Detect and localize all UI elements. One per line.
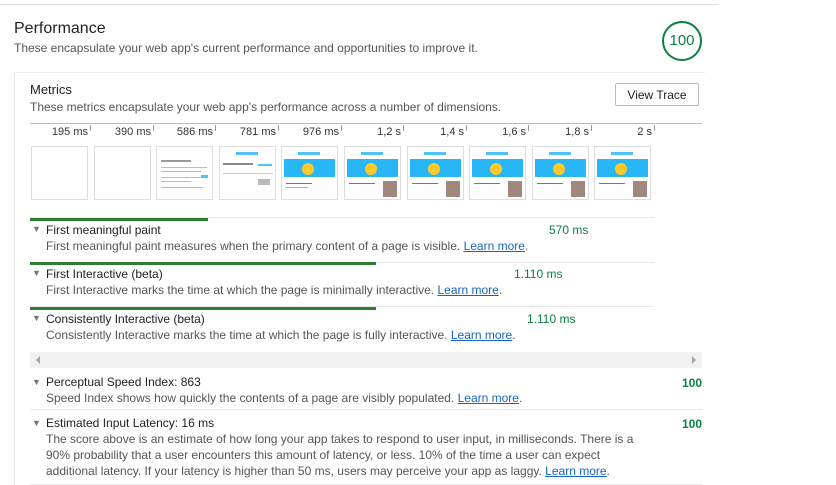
learn-more-link[interactable]: Learn more xyxy=(545,464,606,478)
timeline-tick: 586 ms xyxy=(155,125,216,138)
metric-score: 100 xyxy=(681,376,702,390)
timeline-tick: 976 ms xyxy=(281,125,342,138)
filmstrip-frame-rendered xyxy=(532,146,589,200)
metric-progress-bar xyxy=(30,218,208,221)
filmstrip-frame-blank xyxy=(94,146,151,200)
metric-value: 570 ms xyxy=(549,223,589,237)
metric-consistently-interactive[interactable]: ▼ Consistently Interactive (beta) 1.110 … xyxy=(30,307,654,351)
learn-more-link[interactable]: Learn more xyxy=(437,283,498,297)
timeline-ticks: 195 ms 390 ms 586 ms 781 ms 976 ms 1,2 s… xyxy=(30,123,702,142)
timeline-tick: 195 ms xyxy=(30,125,91,138)
learn-more-link[interactable]: Learn more xyxy=(464,239,525,253)
metric-progress-bar xyxy=(30,307,376,310)
triangle-down-icon[interactable]: ▼ xyxy=(32,418,41,428)
metric-progress-bar xyxy=(30,262,376,265)
metric-first-interactive[interactable]: ▼ First Interactive (beta) 1.110 ms Firs… xyxy=(30,262,654,307)
metric-name: First meaningful paint xyxy=(46,223,161,237)
timeline-tick: 1,8 s xyxy=(531,125,592,138)
metrics-description: These metrics encapsulate your web app's… xyxy=(30,100,502,114)
metric-first-meaningful-paint[interactable]: ▼ First meaningful paint 570 ms First me… xyxy=(30,217,654,263)
filmstrip-frame-text xyxy=(156,146,213,200)
metric-description: First Interactive marks the time at whic… xyxy=(46,283,503,297)
horizontal-scrollbar[interactable] xyxy=(30,352,702,368)
timeline-tick: 1,6 s xyxy=(468,125,529,138)
filmstrip-frame-rendered xyxy=(344,146,401,200)
timeline-tick: 1,2 s xyxy=(343,125,404,138)
metric-description: Consistently Interactive marks the time … xyxy=(46,328,516,342)
scroll-right-arrow-icon[interactable] xyxy=(692,356,696,364)
section-description: These encapsulate your web app's current… xyxy=(14,41,478,55)
metric-name: First Interactive (beta) xyxy=(46,267,163,281)
learn-more-link[interactable]: Learn more xyxy=(451,328,512,342)
learn-more-link[interactable]: Learn more xyxy=(458,391,519,405)
filmstrip-frame-blank xyxy=(31,146,88,200)
filmstrip-frame-header xyxy=(219,146,276,200)
triangle-down-icon[interactable]: ▼ xyxy=(32,313,41,323)
metrics-title: Metrics xyxy=(30,82,72,97)
triangle-down-icon[interactable]: ▼ xyxy=(32,268,41,278)
timeline-tick: 781 ms xyxy=(218,125,279,138)
metric-score: 100 xyxy=(681,417,702,431)
metric-name: Consistently Interactive (beta) xyxy=(46,312,205,326)
metric-name: Estimated Input Latency: 16 ms xyxy=(46,416,215,430)
triangle-down-icon[interactable]: ▼ xyxy=(32,224,41,234)
section-title: Performance xyxy=(14,20,106,37)
metric-description: Speed Index shows how quickly the conten… xyxy=(46,391,523,405)
metric-estimated-input-latency[interactable]: ▼ Estimated Input Latency: 16 ms 100 The… xyxy=(30,410,702,485)
performance-score-gauge: 100 xyxy=(662,21,702,61)
timeline-tick: 1,4 s xyxy=(406,125,467,138)
metric-description-line: The score above is an estimate of how lo… xyxy=(46,432,634,446)
timeline-tick: 390 ms xyxy=(93,125,154,138)
scroll-left-arrow-icon[interactable] xyxy=(36,356,40,364)
filmstrip-frame-rendered xyxy=(281,146,338,200)
triangle-down-icon[interactable]: ▼ xyxy=(32,377,41,387)
view-trace-button[interactable]: View Trace xyxy=(615,83,699,106)
top-divider xyxy=(0,4,718,5)
metric-value: 1.110 ms xyxy=(527,312,576,326)
filmstrip-frame-rendered xyxy=(469,146,526,200)
metric-name: Perceptual Speed Index: 863 xyxy=(46,375,201,389)
timeline-tick: 2 s xyxy=(594,125,655,138)
filmstrip-frame-rendered xyxy=(407,146,464,200)
metric-perceptual-speed-index[interactable]: ▼ Perceptual Speed Index: 863 100 Speed … xyxy=(30,369,702,410)
metric-description-line: 90% probability that a user encounters t… xyxy=(46,448,601,462)
metric-description: First meaningful paint measures when the… xyxy=(46,239,529,253)
filmstrip-frame-rendered xyxy=(594,146,651,200)
metric-value: 1.110 ms xyxy=(514,267,563,281)
metric-description-line: additional latency. If your latency is h… xyxy=(46,464,610,478)
